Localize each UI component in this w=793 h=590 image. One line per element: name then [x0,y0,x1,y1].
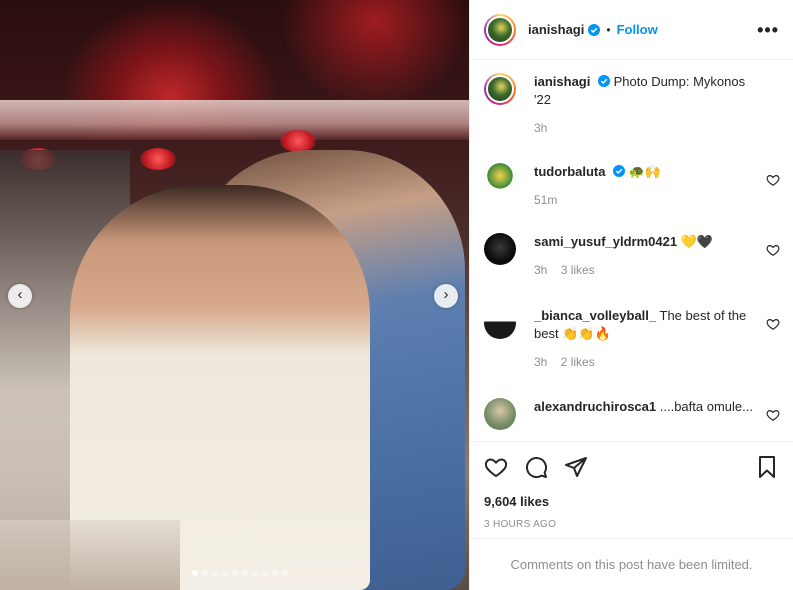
heart-icon[interactable] [484,455,508,479]
comments-list[interactable]: ianishagi Photo Dump: Mykonos '22 3h tud… [470,61,793,441]
avatar[interactable] [484,13,516,46]
carousel-dot [242,570,248,576]
post-photo[interactable]: ‹ › [0,0,469,590]
carousel-dot [192,570,198,576]
share-icon[interactable] [564,455,588,479]
carousel-next-button[interactable]: › [434,284,458,308]
photo-table [0,520,180,590]
post-sidebar: ianishagi • Follow ••• ianishagi Photo D… [469,0,793,590]
photo-lamp [140,148,176,170]
header-separator: • [606,22,611,37]
caption: ianishagi Photo Dump: Mykonos '22 3h [484,73,780,137]
post-timestamp: 3 hours ago [484,519,557,530]
carousel-dot [202,570,208,576]
photo-awning [0,100,469,140]
comment-time: 3h [534,263,548,277]
avatar[interactable] [484,398,516,430]
heart-icon[interactable] [766,243,780,257]
avatar[interactable] [484,233,516,265]
carousel-dot [222,570,228,576]
caption-time: 3h [534,121,548,135]
heart-icon[interactable] [766,317,780,331]
comment-icon[interactable] [524,455,548,479]
carousel-dot [252,570,258,576]
comment-text: ....bafta omule... [659,399,753,414]
post-header: ianishagi • Follow ••• [470,0,793,60]
avatar[interactable] [484,307,516,339]
more-icon[interactable]: ••• [757,21,779,39]
photo-lamp [280,130,316,152]
comment-text: 💛🖤 [680,234,714,249]
comment-username[interactable]: sami_yusuf_yldrm0421 [534,234,677,249]
verified-badge-icon [597,75,610,87]
comment-item: alexandruchirosca1 ....bafta omule... [484,398,780,430]
carousel-dot [232,570,238,576]
follow-button[interactable]: Follow [617,22,658,37]
comment-likes[interactable]: 2 likes [561,355,595,369]
author-username[interactable]: ianishagi [528,22,584,37]
post-actions: 9,604 likes 3 hours ago [470,441,793,530]
comment-item: sami_yusuf_yldrm0421 💛🖤 3h 3 likes [484,233,780,279]
heart-icon[interactable] [766,408,780,422]
comment-time: 51m [534,193,558,207]
verified-badge-icon [588,23,601,36]
comment-time: 3h [534,355,548,369]
comment-item: tudorbaluta 🐢🙌 51m [484,163,780,209]
bookmark-icon[interactable] [755,455,779,479]
photo-tree-right [280,0,469,110]
avatar[interactable] [484,73,516,105]
comments-limited-notice: Comments on this post have been limited. [470,538,793,590]
comment-username[interactable]: _bianca_volleyball_ [534,308,656,323]
comment-text: 🐢🙌 [628,164,662,179]
carousel-dot [262,570,268,576]
likes-count[interactable]: 9,604 likes [484,494,779,509]
avatar[interactable] [484,163,516,195]
comment-username[interactable]: tudorbaluta [534,164,606,179]
comment-likes[interactable]: 3 likes [561,263,595,277]
carousel-dot [282,570,288,576]
carousel-prev-button[interactable]: ‹ [8,284,32,308]
carousel-dots [192,570,288,576]
heart-icon[interactable] [766,173,780,187]
caption-username[interactable]: ianishagi [534,74,590,89]
carousel-dot [272,570,278,576]
comment-username[interactable]: alexandruchirosca1 [534,399,656,414]
verified-badge-icon [613,165,626,177]
carousel-dot [212,570,218,576]
comment-item: _bianca_volleyball_ The best of the best… [484,307,780,371]
